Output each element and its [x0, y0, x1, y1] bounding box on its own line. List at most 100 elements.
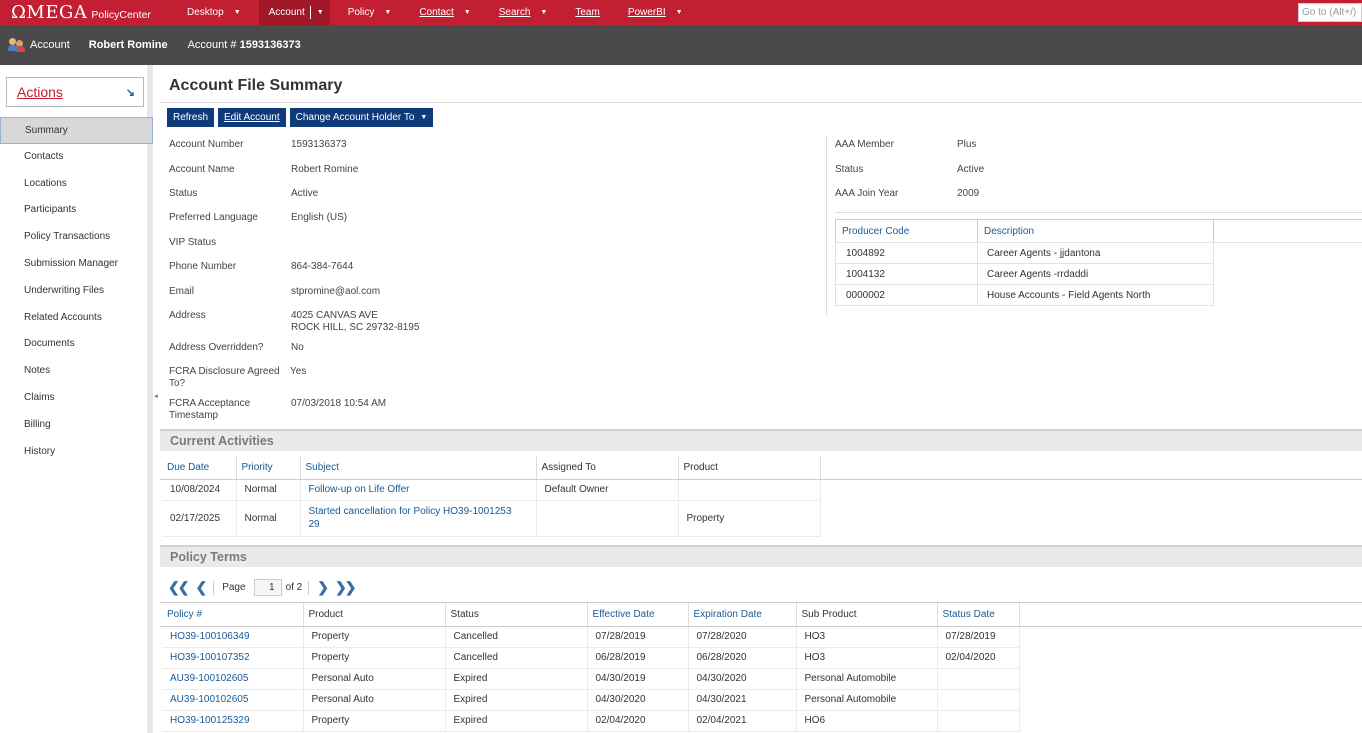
field-fcra-disclosure: FCRA Disclosure Agreed To? Yes	[169, 366, 306, 390]
sidebar-item-claims[interactable]: Claims	[0, 385, 153, 412]
cell: Normal	[236, 500, 301, 537]
policy-number-link[interactable]: AU39-100102605	[162, 668, 304, 690]
col-status-date[interactable]: Status Date	[937, 603, 1020, 627]
field-value: Active	[291, 188, 319, 199]
field-email: Email stpromine@aol.com	[169, 286, 380, 298]
cell: 1004132	[835, 263, 978, 285]
menu-team[interactable]: Team	[565, 0, 609, 25]
field-label: Address	[169, 310, 206, 321]
menu-policy[interactable]: Policy ▼	[338, 0, 402, 25]
col-expiration-date[interactable]: Expiration Date	[688, 603, 797, 627]
next-page-icon[interactable]: ❯	[317, 579, 329, 596]
field-value: 1593136373	[291, 139, 347, 150]
table-row[interactable]: 02/17/2025 Normal Started cancellation f…	[162, 500, 821, 537]
cell: Career Agents - jjdantona	[977, 242, 1214, 264]
previous-page-icon[interactable]: ❮	[195, 579, 207, 596]
activity-subject-link[interactable]: Started cancellation for Policy HO39-100…	[300, 500, 537, 537]
cell-empty	[1214, 264, 1362, 285]
chevron-down-icon[interactable]: ▼	[384, 9, 391, 16]
table-row[interactable]: 10/08/2024 Normal Follow-up on Life Offe…	[162, 479, 821, 501]
cell: 02/04/2020	[587, 710, 689, 732]
chevron-down-icon[interactable]: ▼	[676, 9, 683, 16]
last-page-icon[interactable]: ❯❯	[335, 579, 357, 596]
menu-search[interactable]: Search ▼	[489, 0, 558, 25]
activity-subject-link[interactable]: Follow-up on Life Offer	[300, 479, 537, 501]
cell: Personal Automobile	[796, 668, 938, 690]
sidebar-item-submission-manager[interactable]: Submission Manager	[0, 251, 153, 278]
app-logo[interactable]: ΩMEGA PolicyCenter	[11, 2, 161, 23]
collapse-sidebar-icon[interactable]: ◂	[153, 390, 159, 404]
cell-empty	[1214, 243, 1362, 264]
cell: 04/30/2020	[587, 689, 689, 711]
refresh-button[interactable]: Refresh	[167, 108, 215, 127]
field-status: Status Active	[169, 188, 318, 200]
cell	[536, 500, 679, 537]
field-value: 07/03/2018 10:54 AM	[291, 398, 387, 409]
subject-line-1: Started cancellation for Policy HO39-100…	[308, 506, 512, 517]
col-description[interactable]: Description	[977, 219, 1214, 243]
account-number-prefix: Account #	[187, 39, 237, 51]
edit-account-button[interactable]: Edit Account	[218, 108, 286, 127]
chevron-down-icon[interactable]: ▼	[317, 9, 324, 16]
table-row[interactable]: 1004132 Career Agents -rrdaddi	[835, 263, 1362, 285]
col-product[interactable]: Product	[303, 603, 446, 627]
col-producer-code[interactable]: Producer Code	[835, 219, 978, 243]
pager-separator	[213, 580, 215, 595]
table-row[interactable]: HO39-100125329 Property Expired 02/04/20…	[162, 710, 1020, 732]
chevron-down-icon[interactable]: ▼	[540, 9, 547, 16]
info-account-number[interactable]: Account # 1593136373	[188, 39, 301, 51]
col-status[interactable]: Status	[445, 603, 588, 627]
sidebar-item-history[interactable]: History	[0, 439, 153, 466]
change-account-holder-button[interactable]: Change Account Holder To ▼	[289, 108, 434, 127]
cell	[678, 479, 821, 501]
sidebar-item-underwriting-files[interactable]: Underwriting Files	[0, 278, 153, 305]
menu-powerbi[interactable]: PowerBI ▼	[618, 0, 693, 25]
chevron-down-icon[interactable]: ▼	[234, 9, 241, 16]
table-row[interactable]: AU39-100102605 Personal Auto Expired 04/…	[162, 668, 1020, 690]
policy-number-link[interactable]: HO39-100125329	[162, 710, 304, 732]
table-row[interactable]: 1004892 Career Agents - jjdantona	[835, 242, 1362, 264]
cell-empty	[1214, 285, 1362, 306]
actions-button[interactable]: Actions ↘	[6, 77, 144, 107]
policy-number-link[interactable]: AU39-100102605	[162, 689, 304, 711]
menu-team-label: Team	[575, 7, 600, 18]
menu-desktop[interactable]: Desktop ▼	[177, 0, 251, 25]
sidebar-item-notes[interactable]: Notes	[0, 358, 153, 385]
actions-label: Actions	[17, 84, 63, 100]
goto-input[interactable]: Go to (Alt+/)	[1298, 3, 1362, 22]
col-priority[interactable]: Priority	[236, 456, 301, 480]
field-value: No	[291, 342, 304, 353]
policy-number-link[interactable]: HO39-100107352	[162, 647, 304, 669]
info-holder-name[interactable]: Robert Romine	[89, 39, 168, 51]
col-subject[interactable]: Subject	[300, 456, 537, 480]
page-number-input[interactable]: 1	[253, 579, 282, 596]
sidebar-item-billing[interactable]: Billing	[0, 412, 153, 439]
menu-policy-label: Policy	[347, 7, 375, 18]
sidebar-item-policy-transactions[interactable]: Policy Transactions	[0, 224, 153, 251]
menu-account[interactable]: Account ▼	[258, 0, 330, 25]
menu-contact[interactable]: Contact ▼	[409, 0, 480, 25]
col-product[interactable]: Product	[678, 456, 821, 480]
table-row[interactable]: AU39-100102605 Personal Auto Expired 04/…	[162, 689, 1020, 711]
col-effective-date[interactable]: Effective Date	[587, 603, 689, 627]
col-policy-number[interactable]: Policy #	[162, 603, 304, 627]
sidebar-item-summary[interactable]: Summary	[0, 117, 153, 144]
info-account-label[interactable]: Account	[30, 39, 70, 51]
col-due-date[interactable]: Due Date	[162, 456, 237, 480]
col-assigned-to[interactable]: Assigned To	[536, 456, 679, 480]
table-row[interactable]: HO39-100106349 Property Cancelled 07/28/…	[162, 626, 1020, 648]
chevron-down-icon[interactable]: ▼	[464, 9, 471, 16]
sidebar-item-documents[interactable]: Documents	[0, 331, 153, 358]
table-row[interactable]: 0000002 House Accounts - Field Agents Nor…	[835, 284, 1362, 306]
first-page-icon[interactable]: ❮❮	[168, 579, 190, 596]
table-row[interactable]: HO39-100107352 Property Cancelled 06/28/…	[162, 647, 1020, 669]
table-header-row: Policy # Product Status Effective Date E…	[162, 603, 1020, 627]
sidebar-item-contacts[interactable]: Contacts	[0, 144, 153, 171]
sidebar-item-related-accounts[interactable]: Related Accounts	[0, 305, 153, 332]
sidebar-item-participants[interactable]: Participants	[0, 197, 153, 224]
sidebar-item-locations[interactable]: Locations	[0, 171, 153, 198]
current-activities-header: Current Activities	[160, 429, 1362, 451]
col-sub-product[interactable]: Sub Product	[796, 603, 938, 627]
field-value: Robert Romine	[291, 164, 359, 175]
policy-number-link[interactable]: HO39-100106349	[162, 626, 304, 648]
